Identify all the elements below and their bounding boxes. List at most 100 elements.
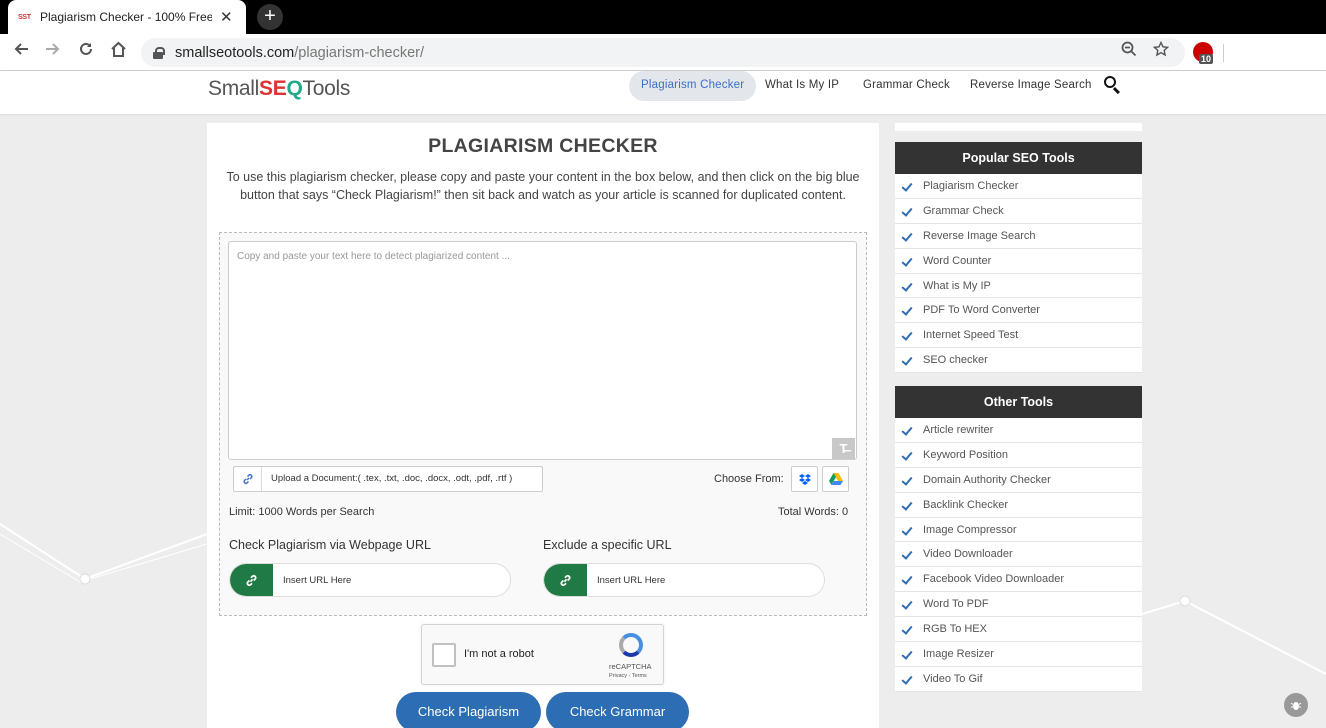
tab-title: Plagiarism Checker - 100% Free C — [40, 10, 212, 24]
nav-reverse-image-search[interactable]: Reverse Image Search — [970, 71, 1092, 101]
forward-arrow-icon[interactable] — [41, 40, 65, 64]
nav-what-is-my-ip[interactable]: What Is My IP — [765, 71, 839, 101]
sidebar-tool-label: Word To PDF — [923, 598, 989, 611]
choose-from-label: Choose From: — [714, 473, 784, 485]
sidebar-tool-link[interactable]: Keyword Position — [895, 443, 1142, 468]
url-placeholder: Insert URL Here — [283, 575, 352, 586]
sidebar-tool-label: Keyword Position — [923, 448, 1008, 461]
back-arrow-icon[interactable] — [9, 40, 33, 64]
sidebar-tool-link[interactable]: Image Compressor — [895, 518, 1142, 543]
sidebar-tool-link[interactable]: Image Resizer — [895, 642, 1142, 667]
intro-text: To use this plagiarism checker, please c… — [226, 170, 860, 202]
url-placeholder: Insert URL Here — [597, 575, 666, 586]
other-tools-panel: Other Tools Article rewriter Keyword Posi… — [895, 386, 1142, 692]
other-tools-list: Article rewriter Keyword Position Domain A… — [895, 418, 1142, 692]
sidebar-tool-label: Plagiarism Checker — [923, 180, 1019, 192]
checkmark-icon — [901, 424, 913, 436]
sidebar-tool-link[interactable]: Grammar Check — [895, 199, 1142, 224]
browser-tab[interactable]: SST Plagiarism Checker - 100% Free C ✕ — [8, 0, 246, 34]
sidebar-tool-label: Article rewriter — [923, 424, 994, 436]
new-tab-button[interactable]: + — [257, 4, 283, 30]
close-tab-icon[interactable]: ✕ — [220, 8, 233, 26]
checkmark-icon — [901, 354, 913, 366]
exclude-url-input[interactable]: Insert URL Here — [543, 563, 825, 597]
search-icon[interactable] — [1104, 76, 1116, 88]
logo-text-s: S — [259, 77, 273, 100]
sidebar-tool-link[interactable]: Backlink Checker — [895, 493, 1142, 518]
sidebar-tool-link[interactable]: PDF To Word Converter — [895, 298, 1142, 324]
recaptcha-widget: I'm not a robot reCAPTCHA Privacy - Term… — [421, 624, 664, 685]
recaptcha-brand: reCAPTCHA — [609, 662, 652, 671]
toolbar-divider — [1223, 44, 1224, 62]
sidebar-tool-link[interactable]: Domain Authority Checker — [895, 468, 1142, 493]
home-icon[interactable] — [106, 40, 130, 64]
sidebar-tool-label: Word Counter — [923, 254, 992, 267]
checkmark-icon — [901, 279, 913, 292]
sidebar-tool-label: Video To Gif — [923, 672, 983, 685]
sidebar-tool-link[interactable]: Plagiarism Checker — [895, 174, 1142, 199]
dropbox-icon[interactable] — [791, 466, 818, 492]
recaptcha-label: I'm not a robot — [464, 648, 534, 660]
link-icon — [544, 564, 587, 596]
extension-badge: 10 — [1199, 54, 1214, 64]
sidebar-tool-link[interactable]: Word Counter — [895, 249, 1142, 274]
sidebar-tool-link[interactable]: Article rewriter — [895, 418, 1142, 443]
site-favicon-icon: SST — [18, 13, 31, 21]
check-plagiarism-button[interactable]: Check Plagiarism — [396, 692, 541, 728]
sidebar-tool-link[interactable]: Reverse Image Search — [895, 224, 1142, 249]
site-logo[interactable]: SmallSEQTools — [208, 77, 350, 101]
url-host: smallseotools.com — [175, 44, 295, 61]
sidebar-tool-label: Image Compressor — [923, 523, 1017, 536]
clear-format-icon[interactable]: T̶ — [832, 438, 855, 459]
sidebar-tool-label: Facebook Video Downloader — [923, 573, 1065, 586]
nav-plagiarism-checker[interactable]: Plagiarism Checker — [629, 71, 757, 101]
sidebar-tool-label: RGB To HEX — [923, 623, 987, 636]
checkmark-icon — [901, 573, 913, 586]
total-words-text: Total Words: 0 — [778, 506, 849, 518]
sidebar-tool-label: SEO checker — [923, 354, 988, 367]
sidebar-tool-link[interactable]: Video Downloader — [895, 542, 1142, 568]
sidebar-tool-label: PDF To Word Converter — [923, 304, 1040, 317]
sidebar-tool-label: Internet Speed Test — [923, 329, 1019, 342]
sidebar-tool-link[interactable]: RGB To HEX — [895, 617, 1142, 643]
popular-seo-tools-panel: Popular SEO Tools Plagiarism Checker Gram… — [895, 142, 1142, 374]
bug-report-icon[interactable] — [1284, 693, 1308, 717]
logo-text-q: Q — [286, 77, 303, 100]
checkmark-icon — [901, 623, 913, 635]
sidebar-tool-link[interactable]: Facebook Video Downloader — [895, 567, 1142, 593]
checkmark-icon — [901, 548, 913, 561]
recaptcha-checkbox[interactable] — [432, 643, 456, 667]
popular-tools-heading: Popular SEO Tools — [895, 142, 1142, 174]
nav-grammar-check[interactable]: Grammar Check — [863, 71, 950, 101]
recaptcha-links[interactable]: Privacy - Terms — [609, 673, 647, 679]
checkmark-icon — [901, 254, 913, 267]
sidebar-tool-link[interactable]: What is My IP — [895, 274, 1142, 299]
checkmark-icon — [901, 648, 913, 660]
content-textarea[interactable]: Copy and paste your text here to detect … — [228, 241, 857, 460]
site-header: SmallSEQTools Plagiarism Checker What Is… — [0, 71, 1326, 114]
sidebar-tool-link[interactable]: Video To Gif — [895, 667, 1142, 692]
popular-tools-list: Plagiarism Checker Grammar Check Reverse I… — [895, 174, 1142, 374]
sidebar-tool-link[interactable]: Word To PDF — [895, 592, 1142, 618]
checkmark-icon — [901, 205, 913, 217]
check-grammar-button[interactable]: Check Grammar — [546, 692, 689, 728]
plagiarism-checker-card: PLAGIARISM CHECKER To use this plagiaris… — [207, 123, 879, 728]
address-bar[interactable]: smallseotools.com/plagiarism-checker/ — [141, 38, 1185, 67]
google-drive-icon[interactable] — [822, 466, 849, 492]
reload-icon[interactable] — [74, 40, 98, 64]
webpage-url-label: Check Plagiarism via Webpage URL — [229, 538, 431, 552]
url-path: /plagiarism-checker/ — [294, 44, 425, 61]
lock-icon — [153, 46, 165, 59]
bookmark-star-icon[interactable] — [1152, 40, 1170, 62]
checkmark-icon — [901, 230, 913, 242]
browser-toolbar: smallseotools.com/plagiarism-checker/ 10 — [0, 34, 1326, 71]
input-area: Copy and paste your text here to detect … — [219, 232, 867, 616]
logo-text-small: Small — [208, 77, 260, 100]
checkmark-icon — [901, 304, 913, 317]
sidebar-tool-link[interactable]: Internet Speed Test — [895, 323, 1142, 349]
zoom-icon[interactable] — [1121, 41, 1137, 62]
sidebar-tool-link[interactable]: SEO checker — [895, 348, 1142, 374]
upload-document-button[interactable]: Upload a Document:( .tex, .txt, .doc, .d… — [233, 466, 543, 492]
webpage-url-input[interactable]: Insert URL Here — [229, 563, 511, 597]
sidebar-top-strip — [895, 123, 1142, 131]
